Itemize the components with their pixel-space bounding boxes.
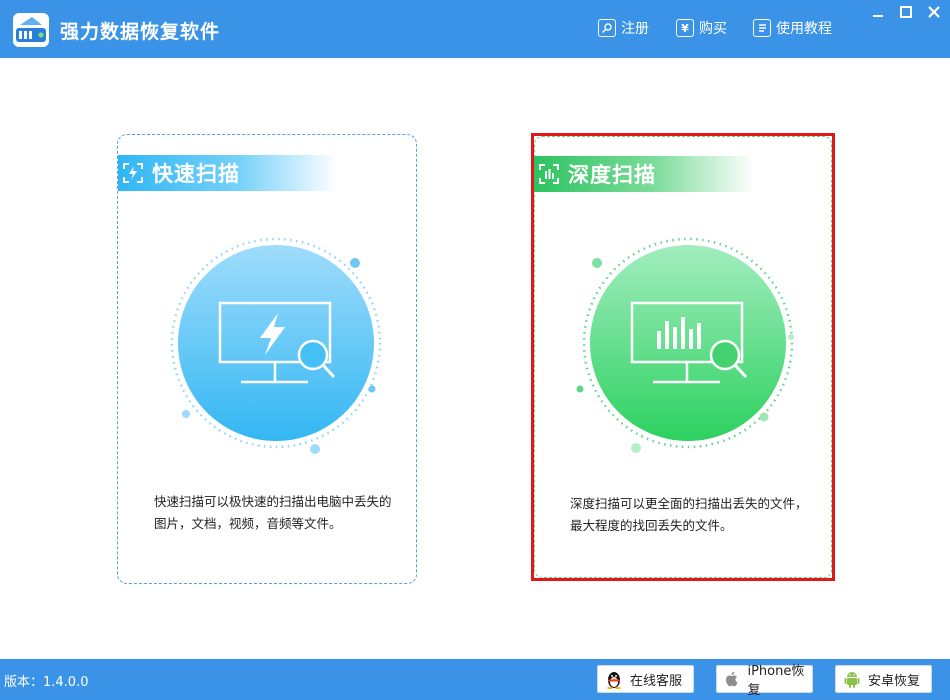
android-recovery-label: 安卓恢复 [868, 673, 921, 689]
key-icon [598, 19, 616, 37]
quick-scan-panel[interactable]: 快速扫描 快速扫描可以极快速的扫描出电脑中丢失的图片，文档，视频，音频等文件。 [117, 134, 417, 584]
document-icon [753, 19, 771, 37]
online-support-label: 在线客服 [630, 673, 683, 689]
android-recovery-button[interactable]: 安卓恢复 [835, 665, 932, 693]
yen-icon: ¥ [676, 19, 694, 37]
title-bar: 强力数据恢复软件 注册 ¥ 购买 使用教程 [0, 0, 950, 58]
deep-scan-header-icon [539, 164, 559, 184]
maximize-icon [900, 6, 912, 18]
register-link[interactable]: 注册 [598, 17, 649, 39]
app-logo-icon [13, 13, 49, 47]
minimize-button[interactable] [866, 3, 890, 21]
register-label: 注册 [621, 21, 649, 37]
minimize-icon [873, 15, 883, 17]
online-support-button[interactable]: 在线客服 [597, 665, 694, 693]
quick-scan-description: 快速扫描可以极快速的扫描出电脑中丢失的图片，文档，视频，音频等文件。 [154, 494, 392, 531]
tutorial-label: 使用教程 [776, 21, 832, 37]
close-icon [928, 6, 940, 18]
deep-scan-illustration [576, 237, 794, 453]
version-text: 版本：1.4.0.0 [4, 675, 89, 690]
buy-label: 购买 [699, 21, 727, 37]
penguin-icon [607, 672, 621, 689]
deep-scan-title: 深度扫描 [568, 163, 656, 187]
deep-scan-description: 深度扫描可以更全面的扫描出丢失的文件，最大程度的找回丢失的文件。 [570, 496, 808, 533]
quick-scan-header-icon [123, 163, 143, 183]
app-title: 强力数据恢复软件 [60, 21, 221, 43]
tutorial-link[interactable]: 使用教程 [753, 17, 832, 39]
apple-icon [725, 671, 738, 687]
quick-scan-title: 快速扫描 [152, 162, 240, 186]
deep-scan-panel[interactable]: 深度扫描 深度扫描可以更全面的扫描出丢失的文件，最大程度的找回丢失的文件。 [531, 133, 835, 581]
deep-scan-header: 深度扫描 [534, 156, 754, 192]
android-icon [844, 672, 860, 688]
iphone-recovery-label: iPhone恢复 [747, 664, 805, 698]
quick-scan-illustration [170, 237, 382, 454]
close-button[interactable] [922, 3, 946, 21]
iphone-recovery-button[interactable]: iPhone恢复 [716, 664, 813, 698]
maximize-button[interactable] [894, 3, 918, 21]
buy-link[interactable]: ¥ 购买 [676, 17, 727, 39]
quick-scan-header: 快速扫描 [118, 155, 338, 191]
status-bar: 版本：1.4.0.0 在线客服 iPhone恢复 安卓恢复 [0, 659, 950, 700]
